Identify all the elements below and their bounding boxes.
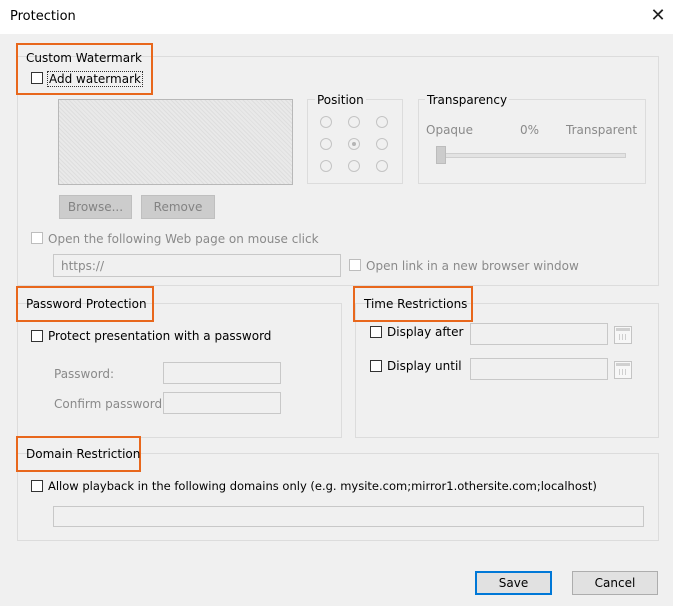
position-radio-bottom-center[interactable] [348, 160, 360, 172]
allow-domains-checkbox[interactable] [31, 480, 43, 492]
calendar-icon[interactable] [614, 361, 632, 379]
domains-field[interactable] [53, 506, 644, 527]
remove-button[interactable]: Remove [141, 195, 215, 219]
dialog-title: Protection [10, 9, 76, 24]
protect-password-checkbox[interactable] [31, 330, 43, 342]
cancel-button[interactable]: Cancel [572, 571, 658, 595]
transparency-value: 0% [520, 123, 540, 137]
display-after-label: Display after [387, 325, 464, 339]
open-webpage-checkbox[interactable] [31, 232, 43, 244]
open-webpage-label: Open the following Web page on mouse cli… [48, 232, 319, 246]
browse-button[interactable]: Browse... [59, 195, 132, 219]
password-field[interactable] [163, 362, 281, 384]
title-bar [0, 0, 673, 34]
transparency-group [418, 99, 646, 184]
position-label: Position [315, 93, 366, 107]
add-watermark-checkbox[interactable] [31, 72, 43, 84]
position-radio-center[interactable] [348, 138, 360, 150]
password-label: Password: [54, 367, 115, 381]
confirm-password-field[interactable] [163, 392, 281, 414]
display-until-checkbox[interactable] [370, 360, 382, 372]
position-radio-middle-right[interactable] [376, 138, 388, 150]
position-radio-top-right[interactable] [376, 116, 388, 128]
domain-restriction-label: Domain Restriction [26, 447, 141, 461]
display-after-field[interactable] [470, 323, 608, 345]
confirm-password-label: Confirm password: [54, 397, 167, 411]
close-icon[interactable]: ✕ [648, 4, 668, 28]
position-radio-top-left[interactable] [320, 116, 332, 128]
new-window-checkbox[interactable] [349, 259, 361, 271]
watermark-preview [58, 99, 293, 185]
custom-watermark-label: Custom Watermark [26, 51, 142, 65]
position-radio-bottom-right[interactable] [376, 160, 388, 172]
new-window-label: Open link in a new browser window [366, 259, 579, 273]
display-after-checkbox[interactable] [370, 326, 382, 338]
transparency-slider-track[interactable] [438, 153, 626, 158]
add-watermark-label: Add watermark [47, 71, 143, 87]
protect-password-label: Protect presentation with a password [48, 329, 272, 343]
display-until-field[interactable] [470, 358, 608, 380]
transparent-label: Transparent [566, 123, 638, 137]
save-button[interactable]: Save [475, 571, 552, 595]
display-until-label: Display until [387, 359, 462, 373]
transparency-label: Transparency [425, 93, 510, 107]
url-value: https:// [61, 259, 105, 273]
password-protection-label: Password Protection [26, 297, 147, 311]
time-restrictions-label: Time Restrictions [364, 297, 468, 311]
opaque-label: Opaque [426, 123, 474, 137]
position-radio-top-center[interactable] [348, 116, 360, 128]
position-radio-bottom-left[interactable] [320, 160, 332, 172]
calendar-icon[interactable] [614, 326, 632, 344]
position-radio-middle-left[interactable] [320, 138, 332, 150]
transparency-slider-thumb[interactable] [436, 146, 446, 164]
allow-domains-label: Allow playback in the following domains … [48, 479, 597, 493]
